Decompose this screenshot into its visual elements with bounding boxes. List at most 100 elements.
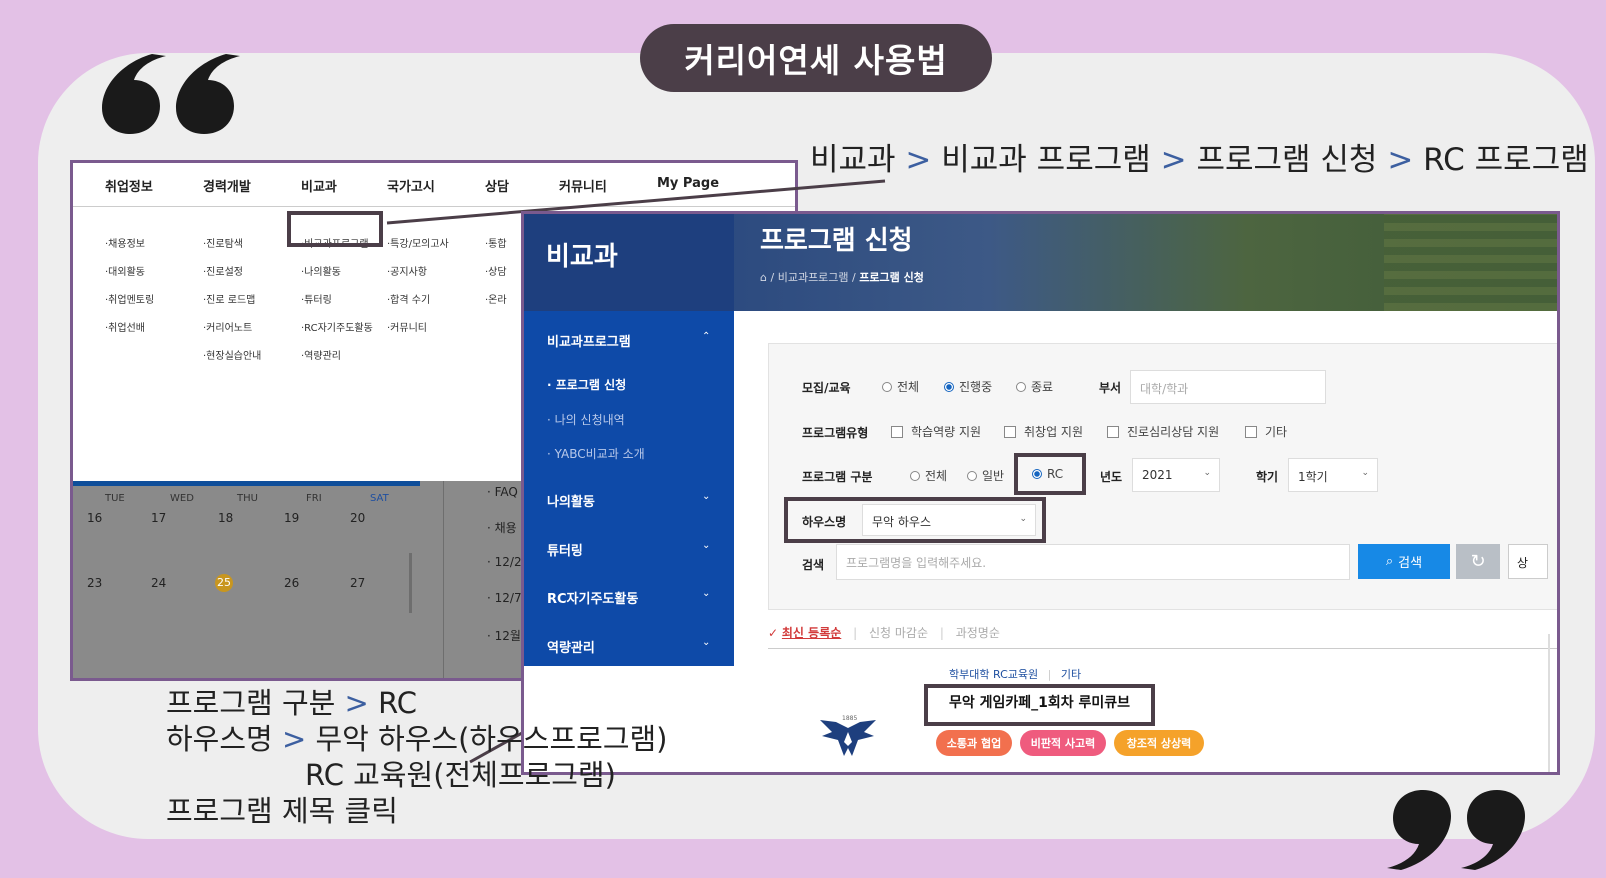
page-title: 프로그램 신청 [760, 226, 913, 256]
recruit-option-ongoing[interactable]: 진행중 [944, 378, 992, 395]
calendar-date[interactable]: 17 [151, 511, 166, 525]
sort-options: ✓ 최신 등록순 | 신청 마감순 | 과정명순 [768, 624, 1000, 641]
submenu-item[interactable]: ·나의활동 [301, 259, 373, 287]
result-scrollbar[interactable] [1548, 634, 1550, 772]
chevron-down-icon: ⌄ [1361, 468, 1369, 478]
notice-item[interactable]: · 12/2 [487, 555, 522, 569]
sort-latest[interactable]: 최신 등록순 [782, 626, 841, 640]
nav-item-career[interactable]: 경력개발 [203, 163, 251, 195]
type-checkbox-career[interactable]: 취창업 지원 [1004, 423, 1083, 440]
submenu-item[interactable]: ·진로설정 [203, 259, 261, 287]
advanced-button[interactable]: 상 [1508, 544, 1548, 579]
nav-item-community[interactable]: 커뮤니티 [559, 163, 607, 195]
nav-item-exams[interactable]: 국가고시 [387, 163, 435, 195]
sort-divider: | [853, 626, 858, 640]
submenu-item[interactable]: ·취업선배 [105, 315, 154, 343]
top-navigation: 취업정보 경력개발 비교과 국가고시 상담 커뮤니티 My Page [73, 163, 795, 207]
year-select[interactable]: 2021 ⌄ [1132, 458, 1220, 492]
check-icon: ✓ [768, 626, 779, 640]
sidebar-group-tutoring[interactable]: 튜터링 [547, 540, 583, 559]
highlight-program-menu [287, 211, 383, 247]
notice-item[interactable]: · 채용 [487, 519, 517, 536]
nav-item-mypage[interactable]: My Page [657, 163, 719, 191]
year-label: 년도 [1100, 470, 1123, 484]
search-button[interactable]: ⌕ 검색 [1358, 544, 1450, 579]
calendar-today[interactable]: 25 [215, 574, 233, 592]
type-checkbox-counsel[interactable]: 진로심리상담 지원 [1107, 423, 1219, 440]
crumb-parent[interactable]: 비교과프로그램 [778, 271, 849, 284]
calendar-date[interactable]: 26 [284, 576, 299, 590]
calendar-date[interactable]: 20 [350, 511, 365, 525]
nav-item-extracurricular[interactable]: 비교과 [301, 163, 337, 195]
submenu-item[interactable]: ·커뮤니티 [387, 315, 449, 343]
page-breadcrumb: ⌂ / 비교과프로그램 / 프로그램 신청 [760, 269, 924, 285]
submenu-item[interactable]: ·커리어노트 [203, 315, 261, 343]
crumb-separator: / [852, 271, 856, 284]
calendar-date[interactable]: 24 [151, 576, 166, 590]
notice-item[interactable]: · 12월 [487, 627, 521, 644]
divider [443, 481, 444, 678]
sidebar-group-rc[interactable]: RC자기주도활동 [547, 588, 638, 607]
calendar-date[interactable]: 18 [218, 511, 233, 525]
search-icon: ⌕ [1385, 554, 1394, 569]
submenu-item[interactable]: ·공지사항 [387, 259, 449, 287]
recruit-option-closed[interactable]: 종료 [1016, 378, 1053, 395]
category-option-general[interactable]: 일반 [967, 467, 1004, 484]
chevron-down-icon[interactable]: ⌄ [702, 637, 710, 648]
submenu-item[interactable]: ·채용정보 [105, 231, 154, 259]
category-label: 프로그램 구분 [802, 470, 873, 484]
category-option-all[interactable]: 전체 [910, 467, 947, 484]
result-meta: 학부대학 RC교육원 | 기타 [949, 666, 1081, 682]
submenu-item[interactable]: ·합격 수기 [387, 287, 449, 315]
calendar-date[interactable]: 23 [87, 576, 102, 590]
meta-divider: | [1047, 668, 1052, 681]
dept-input[interactable]: 대학/학과 [1130, 370, 1326, 404]
recruit-option-all[interactable]: 전체 [882, 378, 919, 395]
submenu-item[interactable]: ·특강/모의고사 [387, 231, 449, 259]
type-checkbox-learning[interactable]: 학습역량 지원 [891, 423, 981, 440]
calendar-date[interactable]: 16 [87, 511, 102, 525]
sidebar-group-competency[interactable]: 역량관리 [547, 637, 595, 656]
sidebar-group-activity[interactable]: 나의활동 [547, 491, 595, 510]
sidebar-item-yabc[interactable]: · YABC비교과 소개 [547, 445, 645, 462]
sidebar-item-apply[interactable]: · 프로그램 신청 [547, 376, 626, 393]
competency-tag: 창조적 상상력 [1114, 730, 1204, 756]
crumb-separator: / [770, 271, 775, 284]
calendar-date[interactable]: 19 [284, 511, 299, 525]
submenu-item[interactable]: ·취업멘토링 [105, 287, 154, 315]
submenu-counsel: ·통합 ·상담 ·온라 [485, 231, 507, 315]
submenu-career: ·진로탐색 ·진로설정 ·진로 로드맵 ·커리어노트 ·현장실습안내 [203, 231, 261, 371]
submenu-item[interactable]: ·진로 로드맵 [203, 287, 261, 315]
submenu-item[interactable]: ·튜터링 [301, 287, 373, 315]
chevron-down-icon[interactable]: ⌄ [702, 588, 710, 599]
submenu-item[interactable]: ·RC자기주도활동 [301, 315, 373, 343]
sidebar-item-history[interactable]: · 나의 신청내역 [547, 411, 625, 428]
calendar-date[interactable]: 27 [350, 576, 365, 590]
home-icon[interactable]: ⌂ [760, 271, 767, 284]
calendar-scrollbar[interactable] [409, 553, 412, 613]
notice-item[interactable]: · 12/7 [487, 591, 522, 605]
submenu-item[interactable]: ·통합 [485, 231, 507, 259]
reset-button[interactable]: ↻ [1456, 544, 1500, 579]
sort-name[interactable]: 과정명순 [956, 626, 1000, 640]
search-input[interactable]: 프로그램명을 입력해주세요. [836, 544, 1350, 580]
calendar-header-bar [73, 481, 420, 486]
type-checkbox-etc[interactable]: 기타 [1245, 423, 1287, 440]
submenu-item[interactable]: ·대외활동 [105, 259, 154, 287]
notice-item[interactable]: · FAQ [487, 485, 518, 499]
chevron-up-icon[interactable]: ⌃ [702, 331, 710, 342]
semester-select[interactable]: 1학기 ⌄ [1288, 458, 1378, 492]
submenu-item[interactable]: ·현장실습안내 [203, 343, 261, 371]
submenu-item[interactable]: ·역량관리 [301, 343, 373, 371]
result-category: 기타 [1060, 668, 1082, 681]
nav-item-counsel[interactable]: 상담 [485, 163, 509, 195]
chevron-down-icon[interactable]: ⌄ [702, 491, 710, 502]
sort-deadline[interactable]: 신청 마감순 [869, 626, 928, 640]
submenu-item[interactable]: ·진로탐색 [203, 231, 261, 259]
submenu-item[interactable]: ·상담 [485, 259, 507, 287]
sidebar-group-program[interactable]: 비교과프로그램 [547, 331, 631, 350]
sidebar-title: 비교과 [546, 242, 618, 272]
chevron-down-icon[interactable]: ⌄ [702, 540, 710, 551]
submenu-item[interactable]: ·온라 [485, 287, 507, 315]
nav-item-jobs[interactable]: 취업정보 [105, 163, 153, 195]
